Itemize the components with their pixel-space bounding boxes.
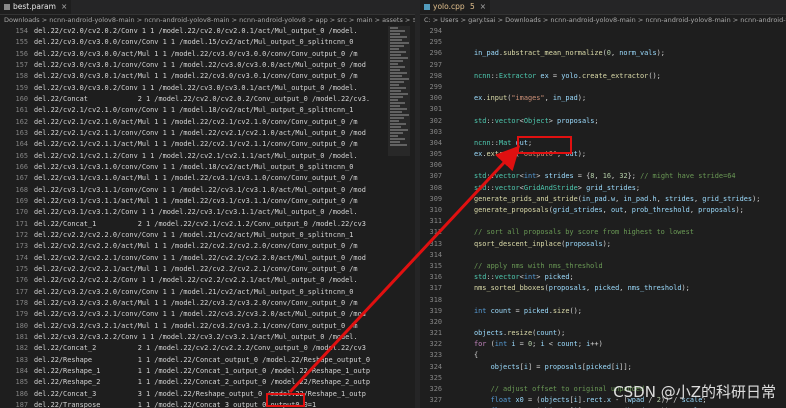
annotation-arrow <box>288 145 521 394</box>
watermark: CSDN @小Z的科研日常 <box>613 383 776 401</box>
